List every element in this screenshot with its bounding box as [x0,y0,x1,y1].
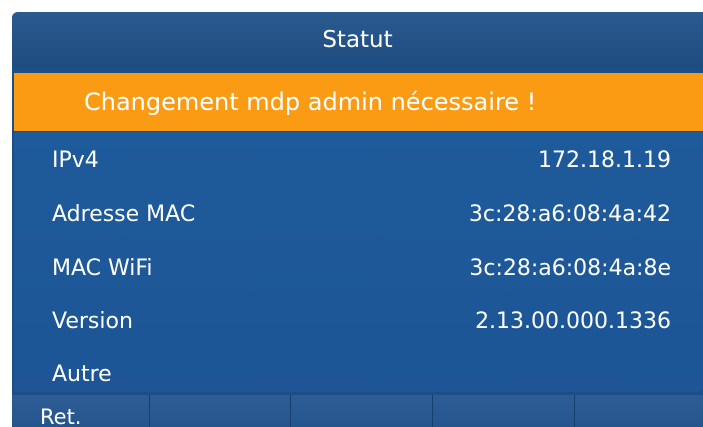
row-label: IPv4 [52,148,99,173]
page-title: Statut [322,27,393,53]
row-label: Autre [52,362,112,387]
phone-screen: Statut Changement mdp admin nécessaire !… [12,12,703,427]
softkey-3[interactable] [291,395,433,427]
admin-password-warning[interactable]: Changement mdp admin nécessaire ! [14,73,703,131]
softkey-2[interactable] [150,395,291,427]
row-label: Adresse MAC [52,202,196,227]
status-row-mac-wifi[interactable]: MAC WiFi 3c:28:a6:08:4a:8e [14,243,703,295]
status-list: IPv4 172.18.1.19 Adresse MAC 3c:28:a6:08… [14,132,703,392]
softkey-4[interactable] [433,395,575,427]
row-label: MAC WiFi [52,256,153,281]
status-row-other[interactable]: Autre [14,349,703,401]
status-row-ipv4[interactable]: IPv4 172.18.1.19 [14,135,703,187]
title-bar: Statut [12,12,703,68]
status-row-mac-address[interactable]: Adresse MAC 3c:28:a6:08:4a:42 [14,189,703,241]
back-softkey[interactable]: Ret. [12,395,150,427]
row-value: 2.13.00.000.1336 [475,309,671,334]
softkey-bar: Ret. [12,395,703,427]
warning-text: Changement mdp admin nécessaire ! [84,88,537,116]
softkey-5[interactable] [575,395,703,427]
row-value: 172.18.1.19 [538,148,671,173]
row-value: 3c:28:a6:08:4a:42 [468,202,671,227]
row-value: 3c:28:a6:08:4a:8e [469,256,671,281]
status-row-version[interactable]: Version 2.13.00.000.1336 [14,296,703,348]
row-label: Version [52,309,133,334]
